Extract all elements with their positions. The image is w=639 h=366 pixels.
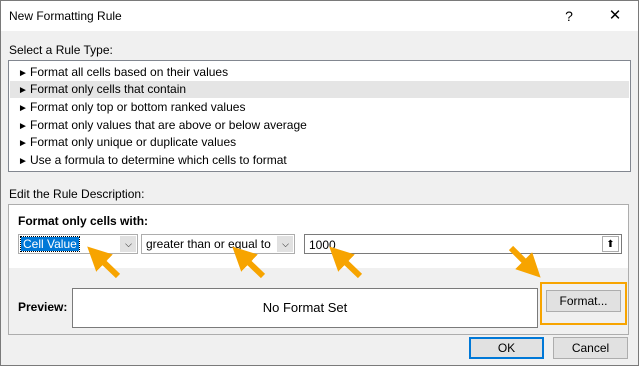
format-button[interactable]: Format...: [546, 290, 621, 312]
rule-item-top-bottom[interactable]: ► Format only top or bottom ranked values: [10, 99, 629, 116]
title-bar: New Formatting Rule ? ✕: [1, 1, 638, 31]
ok-button[interactable]: OK: [469, 337, 544, 359]
rule-item-label: Format only top or bottom ranked values: [30, 100, 246, 114]
chevron-down-icon[interactable]: ⌵: [120, 236, 136, 252]
close-button[interactable]: ✕: [592, 1, 638, 31]
bullet-arrow-icon: ►: [18, 138, 28, 149]
rule-type-heading: Select a Rule Type:: [9, 43, 113, 57]
bullet-arrow-icon: ►: [18, 68, 28, 79]
bullet-arrow-icon: ►: [18, 156, 28, 167]
preview-box: No Format Set: [72, 288, 538, 328]
cancel-button[interactable]: Cancel: [553, 337, 628, 359]
rule-item-above-below-average[interactable]: ► Format only values that are above or be…: [10, 117, 629, 134]
bullet-arrow-icon: ►: [18, 85, 28, 96]
help-button[interactable]: ?: [546, 1, 592, 31]
bullet-arrow-icon: ►: [18, 103, 28, 114]
rule-item-label: Format only unique or duplicate values: [30, 135, 237, 149]
value-input[interactable]: 1000 ⬆: [304, 234, 622, 254]
rule-item-cells-that-contain[interactable]: ► Format only cells that contain: [10, 81, 629, 98]
rule-item-label: Format only values that are above or bel…: [30, 118, 307, 132]
chevron-down-icon[interactable]: ⌵: [277, 236, 293, 252]
collapse-dialog-icon[interactable]: ⬆: [602, 236, 619, 252]
rule-item-unique-duplicate[interactable]: ► Format only unique or duplicate values: [10, 134, 629, 151]
format-only-cells-label: Format only cells with:: [18, 214, 149, 228]
rule-description-heading: Edit the Rule Description:: [9, 187, 145, 201]
condition-area: Format only cells with: Cell Value ⌵ gre…: [8, 204, 629, 269]
rule-type-list[interactable]: ► Format all cells based on their values …: [8, 60, 631, 172]
rule-item-label: Format only cells that contain: [30, 82, 187, 96]
rule-item-label: Format all cells based on their values: [30, 65, 229, 79]
preview-text: No Format Set: [262, 300, 348, 315]
operator-dropdown[interactable]: greater than or equal to ⌵: [141, 234, 295, 254]
condition-type-value: Cell Value: [20, 236, 80, 252]
rule-item-label: Use a formula to determine which cells t…: [30, 153, 287, 167]
value-input-text: 1000: [309, 238, 336, 252]
operator-value: greater than or equal to: [146, 237, 271, 251]
new-formatting-rule-dialog: New Formatting Rule ? ✕ Select a Rule Ty…: [0, 0, 639, 366]
condition-type-dropdown[interactable]: Cell Value ⌵: [18, 234, 138, 254]
preview-area: Preview: No Format Set Format...: [8, 268, 629, 335]
dialog-title: New Formatting Rule: [9, 9, 122, 23]
rule-item-formula[interactable]: ► Use a formula to determine which cells …: [10, 152, 629, 169]
bullet-arrow-icon: ►: [18, 121, 28, 132]
rule-item-all-cells[interactable]: ► Format all cells based on their values: [10, 64, 629, 81]
rule-description-panel: Format only cells with: Cell Value ⌵ gre…: [8, 204, 629, 352]
preview-label: Preview:: [18, 300, 68, 314]
